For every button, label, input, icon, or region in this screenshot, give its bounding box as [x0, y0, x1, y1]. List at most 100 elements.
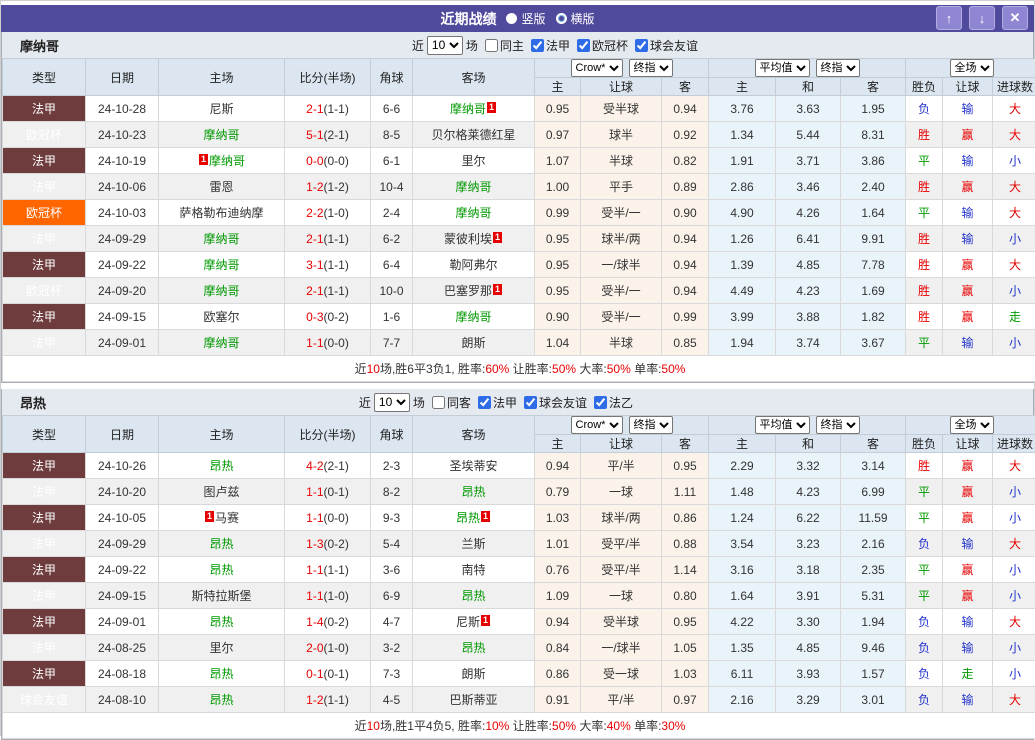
avg-odds-select[interactable]: 平均值: [755, 59, 810, 77]
score-cell: 1-2(1-1): [285, 687, 371, 713]
final-index-select-2[interactable]: 终指: [816, 59, 860, 77]
summary-text: 单率:: [631, 719, 662, 733]
move-up-button[interactable]: ↑: [936, 6, 962, 30]
home-odds-cell: 0.97: [535, 122, 581, 148]
handicap-result-cell: 输: [943, 226, 993, 252]
avg-draw-cell: 3.46: [776, 174, 841, 200]
summary-text: 10: [367, 362, 380, 376]
league-checkbox-ligue1[interactable]: 法甲: [478, 394, 517, 411]
score-cell: 1-2(1-2): [285, 174, 371, 200]
score-cell: 0-3(0-2): [285, 304, 371, 330]
layout-radio-horizontal[interactable]: 横版: [556, 10, 595, 27]
home-odds-cell: 0.76: [535, 557, 581, 583]
final-index-select[interactable]: 终指: [629, 416, 673, 434]
full-match-select[interactable]: 全场: [950, 416, 994, 434]
summary-text: 50%: [552, 362, 576, 376]
summary-text: 让胜率:: [509, 362, 552, 376]
same-venue-checkbox[interactable]: 同主: [485, 37, 524, 54]
match-date-cell: 24-10-06: [86, 174, 159, 200]
avg-home-cell: 1.39: [709, 252, 776, 278]
move-down-button[interactable]: ↓: [969, 6, 995, 30]
team-name-text: 里尔: [461, 154, 485, 168]
score-cell: 1-1(0-0): [285, 330, 371, 356]
team-name-text: 摩纳哥: [455, 180, 491, 194]
league-checkbox-friendly[interactable]: 球会友谊: [635, 37, 698, 54]
avg-odds-select[interactable]: 平均值: [755, 416, 810, 434]
league-input-friendly[interactable]: [524, 396, 537, 409]
match-date-cell: 24-10-19: [86, 148, 159, 174]
league-checkbox-friendly[interactable]: 球会友谊: [524, 394, 587, 411]
goals-result-cell: 小: [993, 479, 1035, 505]
league-input-ucl[interactable]: [577, 39, 590, 52]
goals-result-cell: 大: [993, 122, 1035, 148]
home-odds-cell: 0.90: [535, 304, 581, 330]
league-input-friendly[interactable]: [635, 39, 648, 52]
col-header-avg-home: 主: [709, 78, 776, 96]
final-index-select[interactable]: 终指: [629, 59, 673, 77]
odds-source-select[interactable]: Crow*: [571, 59, 623, 77]
away-team-cell: 摩纳哥: [413, 174, 535, 200]
corner-cell: 8-2: [371, 479, 413, 505]
match-date-cell: 24-10-23: [86, 122, 159, 148]
result-cell: 胜: [906, 304, 943, 330]
team-name-text: 昂热: [461, 641, 485, 655]
match-row: 法甲24-10-191摩纳哥0-0(0-0)6-1里尔1.07半球0.821.9…: [3, 148, 1035, 174]
odds-source-select[interactable]: Crow*: [571, 416, 623, 434]
league-input-ligue1[interactable]: [531, 39, 544, 52]
handicap-cell: 球半/两: [581, 505, 662, 531]
col-header-date: 日期: [86, 416, 159, 453]
recent-count-select[interactable]: 10: [374, 393, 410, 412]
handicap-result-cell: 输: [943, 200, 993, 226]
handicap-cell: 球半: [581, 122, 662, 148]
league-checkbox-ligue1[interactable]: 法甲: [531, 37, 570, 54]
home-team-cell: 摩纳哥: [159, 252, 285, 278]
col-header-odds-away: 客: [662, 435, 709, 453]
layout-radio-vertical[interactable]: 竖版: [506, 10, 545, 27]
league-checkbox-ucl[interactable]: 欧冠杯: [577, 37, 628, 54]
league-input-ligue2[interactable]: [594, 396, 607, 409]
final-index-select-2[interactable]: 终指: [816, 416, 860, 434]
home-team-cell: 摩纳哥: [159, 278, 285, 304]
team-name-text: 昂热: [209, 693, 233, 707]
same-venue-input[interactable]: [432, 396, 445, 409]
col-header-corner: 角球: [371, 416, 413, 453]
recent-count-select[interactable]: 10: [427, 36, 463, 55]
league-type-cell: 法甲: [3, 330, 86, 356]
full-match-select[interactable]: 全场: [950, 59, 994, 77]
team-section-monaco: 摩纳哥 近 10 场 同主 法甲 欧冠杯 球: [1, 32, 1034, 383]
home-odds-cell: 1.03: [535, 505, 581, 531]
odds-group-header: Crow* 终指: [535, 416, 709, 435]
games-label: 场: [466, 37, 478, 54]
away-odds-cell: 1.14: [662, 557, 709, 583]
league-input-ligue1[interactable]: [478, 396, 491, 409]
team-name-text: 巴斯蒂亚: [449, 693, 497, 707]
yellow-card-count-badge: 1: [199, 154, 208, 165]
away-team-cell: 贝尔格莱德红星: [413, 122, 535, 148]
match-date-cell: 24-08-18: [86, 661, 159, 687]
same-venue-input[interactable]: [485, 39, 498, 52]
score-cell: 4-2(2-1): [285, 453, 371, 479]
away-team-cell: 摩纳哥: [413, 304, 535, 330]
match-row: 法甲24-08-25里尔2-0(1-0)3-2昂热0.84一/球半1.051.3…: [3, 635, 1035, 661]
avg-home-cell: 2.16: [709, 687, 776, 713]
score-cell: 0-0(0-0): [285, 148, 371, 174]
away-team-cell: 朗斯: [413, 330, 535, 356]
goals-result-cell: 大: [993, 609, 1035, 635]
near-label: 近: [359, 394, 371, 411]
goals-result-cell: 大: [993, 453, 1035, 479]
match-row: 法甲24-10-051马赛1-1(0-0)9-3昂热11.03球半/两0.861…: [3, 505, 1035, 531]
summary-text: 50%: [661, 362, 685, 376]
close-button[interactable]: ✕: [1002, 6, 1028, 30]
corner-cell: 8-5: [371, 122, 413, 148]
score-cell: 1-1(1-0): [285, 583, 371, 609]
score-cell: 1-1(0-1): [285, 479, 371, 505]
goals-result-cell: 大: [993, 687, 1035, 713]
away-odds-cell: 0.89: [662, 174, 709, 200]
same-venue-checkbox[interactable]: 同客: [432, 394, 471, 411]
title-group: 近期战绩 竖版 横版: [1, 9, 1034, 29]
league-checkbox-ligue2[interactable]: 法乙: [594, 394, 633, 411]
col-header-odds-handicap: 让球: [581, 435, 662, 453]
away-team-cell: 蒙彼利埃1: [413, 226, 535, 252]
team-section-angers: 昂热 近 10 场 同客 法甲 球会友谊 法: [1, 389, 1034, 740]
yellow-card-count-badge: 1: [481, 615, 490, 626]
